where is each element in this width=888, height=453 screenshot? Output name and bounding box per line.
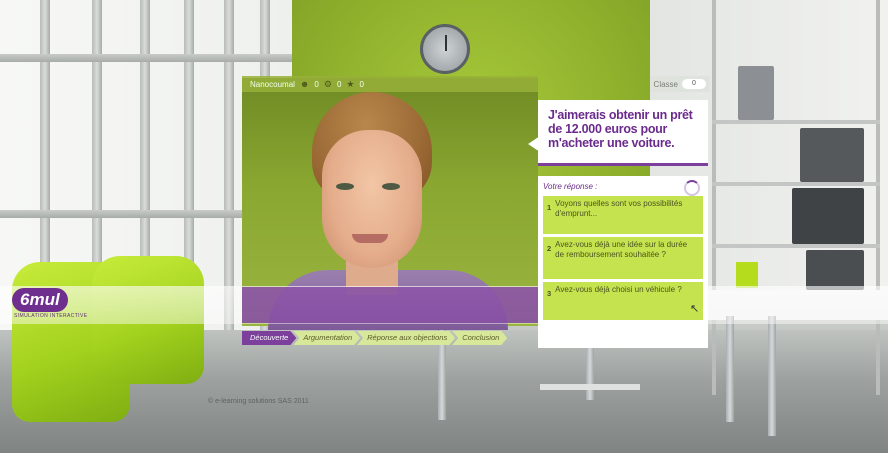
copyright-text: © e-learning solutions SAS 2011 <box>208 398 309 405</box>
shelf-pole <box>876 0 880 395</box>
status-counter: 0 <box>359 79 364 89</box>
overlay-band-purple <box>242 287 538 323</box>
status-bar: Nanocoumal ☻ 0 ⚙ 0 ★ 0 <box>242 76 538 92</box>
binder <box>806 250 864 290</box>
tab-argumentation[interactable]: Argumentation <box>293 331 360 345</box>
answer-option-number: 1 <box>547 203 552 212</box>
answer-panel: Votre réponse : 1 Voyons quelles sont vo… <box>538 176 708 348</box>
score-value: 0 <box>682 79 706 89</box>
pointer-cursor-icon: ↖ <box>690 303 700 315</box>
shelf <box>712 120 880 124</box>
binder <box>738 66 774 120</box>
answer-option-text: Avez-vous déjà une idée sur la durée de … <box>555 240 688 259</box>
shelf-pole <box>712 0 716 395</box>
avatar-eye <box>336 183 354 190</box>
avatar-mouth <box>352 234 388 243</box>
answer-option-1[interactable]: 1 Voyons quelles sont vos possibilités d… <box>543 196 703 234</box>
cart-post <box>586 348 594 400</box>
window-mullion <box>224 0 234 330</box>
table-leg <box>726 316 734 422</box>
answer-option-number: 2 <box>547 244 552 253</box>
table-leg <box>768 316 776 436</box>
gear-icon: ⚙ <box>323 78 332 89</box>
answer-option-3[interactable]: 3 Avez-vous déjà choisi un véhicule ? <box>543 282 703 320</box>
answer-option-text: Avez-vous déjà choisi un véhicule ? <box>555 285 682 294</box>
tab-decouverte[interactable]: Découverte <box>242 331 296 345</box>
shelf <box>712 244 880 248</box>
answer-option-2[interactable]: 2 Avez-vous déjà une idée sur la durée d… <box>543 237 703 279</box>
answer-panel-title: Votre réponse : <box>543 182 598 191</box>
answer-option-text: Voyons quelles sont vos possibilités d'e… <box>555 199 683 218</box>
avatar-eye <box>382 183 400 190</box>
star-icon: ★ <box>346 78 355 89</box>
logo: 6mul SIMULATION INTERACTIVE <box>12 288 92 322</box>
score-label: Classe <box>653 79 678 89</box>
score-bar: Classe 0 <box>650 76 710 92</box>
tab-reponse-aux-objections[interactable]: Réponse aux objections <box>357 331 455 345</box>
pen-cup <box>736 262 758 288</box>
answer-options: 1 Voyons quelles sont vos possibilités d… <box>543 196 703 320</box>
window-transom <box>0 54 300 62</box>
status-counter: 0 <box>336 79 342 89</box>
wall-clock-icon <box>420 24 470 74</box>
shelf <box>712 182 880 186</box>
binder <box>800 128 864 182</box>
avatar-face <box>322 130 422 268</box>
question-text: J'aimerais obtenir un prêt de 12.000 eur… <box>548 108 693 150</box>
binder <box>792 188 864 244</box>
user-icon: ☻ <box>299 79 310 89</box>
speech-bubble: J'aimerais obtenir un prêt de 12.000 eur… <box>538 100 708 166</box>
status-label: Nanocoumal <box>250 79 295 89</box>
logo-subtitle: SIMULATION INTERACTIVE <box>14 313 88 319</box>
answer-option-number: 3 <box>547 289 552 298</box>
cart-base <box>540 384 640 390</box>
tab-conclusion[interactable]: Conclusion <box>452 331 507 345</box>
logo-mark: 6mul <box>12 288 68 312</box>
status-counter: 0 <box>314 79 319 89</box>
step-tabs: Découverte Argumentation Réponse aux obj… <box>242 331 504 345</box>
loading-icon <box>684 180 700 196</box>
